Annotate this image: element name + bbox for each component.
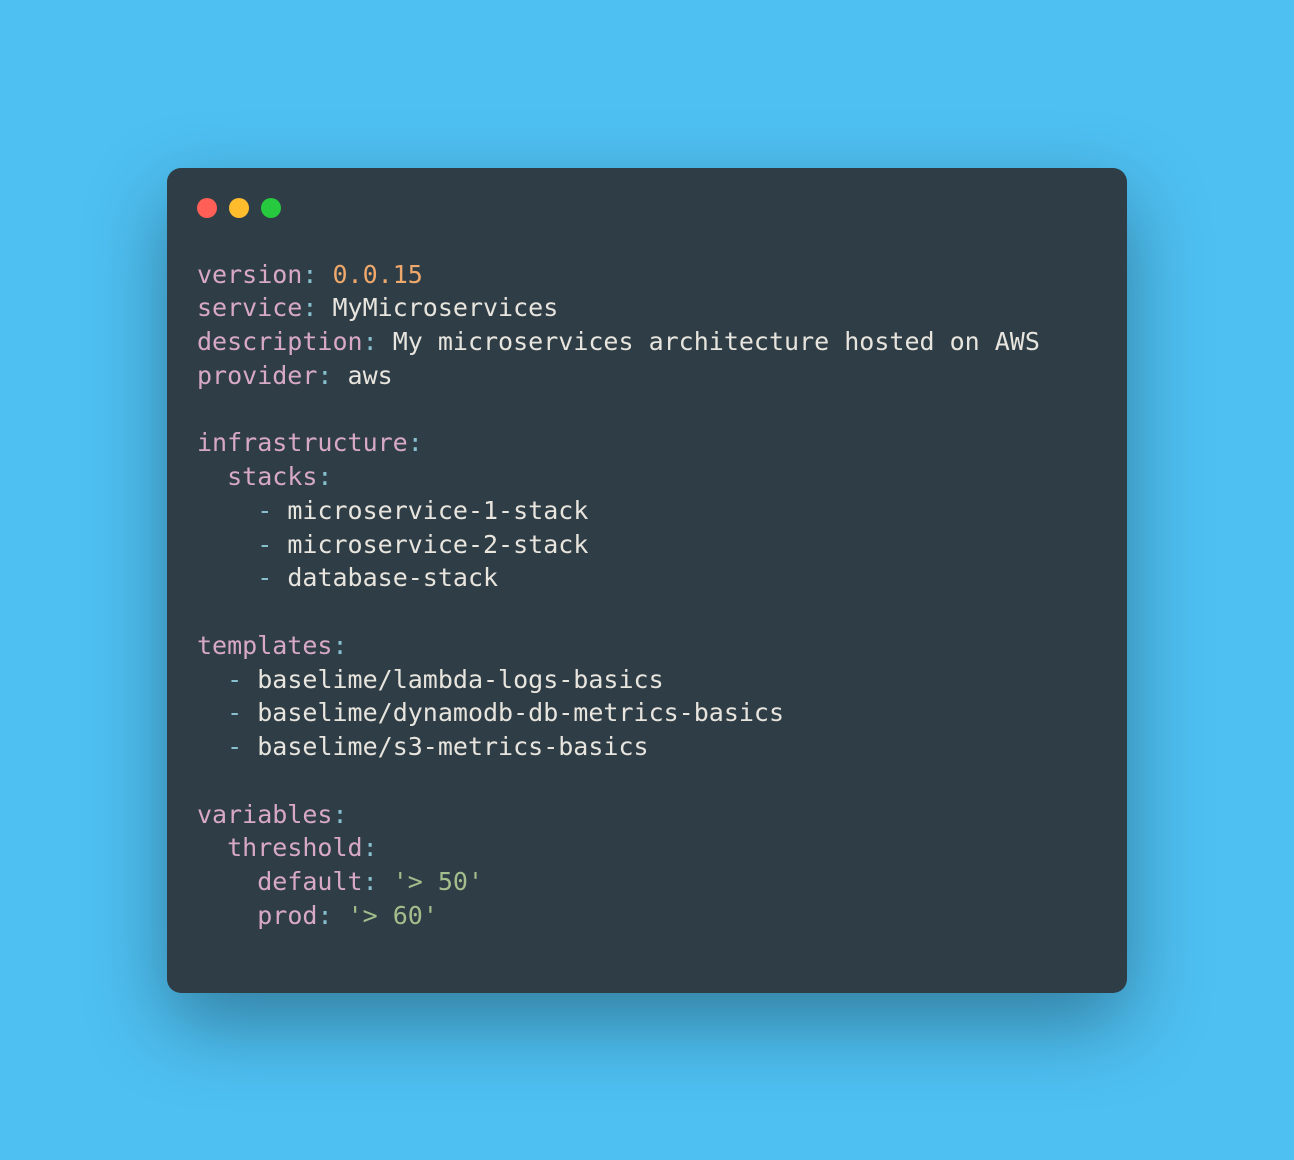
- colon: :: [317, 901, 332, 930]
- value-default: '> 50': [393, 867, 483, 896]
- colon: :: [302, 260, 317, 289]
- key-default: default: [257, 867, 362, 896]
- minimize-icon[interactable]: [229, 198, 249, 218]
- key-version: version: [197, 260, 302, 289]
- value-description: My microservices architecture hosted on …: [393, 327, 1040, 356]
- colon: :: [408, 428, 423, 457]
- stack-item: microservice-1-stack: [287, 496, 588, 525]
- list-dash: -: [257, 530, 272, 559]
- value-provider: aws: [348, 361, 393, 390]
- close-icon[interactable]: [197, 198, 217, 218]
- colon: :: [302, 293, 317, 322]
- value-prod: '> 60': [348, 901, 438, 930]
- key-infrastructure: infrastructure: [197, 428, 408, 457]
- key-variables: variables: [197, 800, 332, 829]
- list-dash: -: [227, 732, 242, 761]
- key-prod: prod: [257, 901, 317, 930]
- list-dash: -: [227, 665, 242, 694]
- key-stacks: stacks: [227, 462, 317, 491]
- maximize-icon[interactable]: [261, 198, 281, 218]
- window-titlebar: [197, 198, 1097, 218]
- colon: :: [363, 833, 378, 862]
- colon: :: [317, 361, 332, 390]
- list-dash: -: [257, 496, 272, 525]
- key-description: description: [197, 327, 363, 356]
- value-service: MyMicroservices: [332, 293, 558, 322]
- list-dash: -: [227, 698, 242, 727]
- key-threshold: threshold: [227, 833, 362, 862]
- list-dash: -: [257, 563, 272, 592]
- colon: :: [363, 327, 378, 356]
- stack-item: microservice-2-stack: [287, 530, 588, 559]
- key-provider: provider: [197, 361, 317, 390]
- code-window: version: 0.0.15 service: MyMicroservices…: [167, 168, 1127, 993]
- key-templates: templates: [197, 631, 332, 660]
- template-item: baselime/dynamodb-db-metrics-basics: [257, 698, 784, 727]
- yaml-code-block: version: 0.0.15 service: MyMicroservices…: [197, 258, 1097, 933]
- stack-item: database-stack: [287, 563, 498, 592]
- template-item: baselime/lambda-logs-basics: [257, 665, 663, 694]
- colon: :: [317, 462, 332, 491]
- colon: :: [332, 800, 347, 829]
- value-version: 0.0.15: [332, 260, 422, 289]
- key-service: service: [197, 293, 302, 322]
- colon: :: [332, 631, 347, 660]
- colon: :: [363, 867, 378, 896]
- template-item: baselime/s3-metrics-basics: [257, 732, 648, 761]
